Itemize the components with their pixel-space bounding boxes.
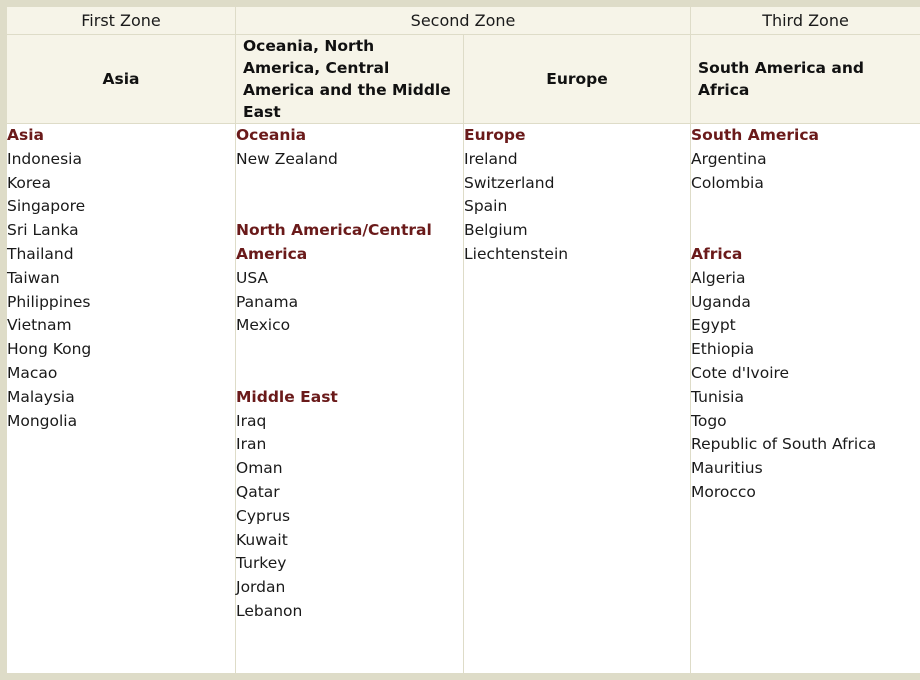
country-item: Lebanon: [236, 601, 303, 620]
country-list-row: Asia Indonesia Korea Singapore Sri Lanka Thai…: [3, 123, 920, 677]
country-cell-asia: Asia Indonesia Korea Singapore Sri Lanka Thai…: [3, 123, 236, 677]
group-heading: Europe: [464, 126, 526, 144]
country-item: Singapore: [7, 197, 86, 216]
country-cell-europe: Europe Ireland Switzerland Spain Belgium Liec…: [462, 123, 692, 677]
group-heading: Oceania: [236, 126, 307, 144]
country-item: Panama: [236, 292, 299, 311]
country-item: Morocco: [691, 482, 756, 501]
country-group-container: South America Argentina Colombia Africa Alge…: [691, 124, 920, 505]
table-body: Asia Indonesia Korea Singapore Sri Lanka Thai…: [3, 123, 920, 677]
country-item: Uganda: [691, 292, 751, 311]
country-item: New Zealand: [236, 149, 338, 168]
country-item: Iran: [236, 435, 267, 454]
country-cell-oceania-americas-middle-east: Oceania New Zealand North America/Central …: [235, 123, 464, 677]
region-header-oceania-americas-middle-east: Oceania, North America, Central America …: [235, 34, 464, 124]
zones-table: First Zone Second Zone Third Zone Asia O…: [0, 0, 920, 680]
country-group-container: Europe Ireland Switzerland Spain Belgium Liec…: [464, 124, 690, 267]
country-item: Kuwait: [236, 530, 288, 549]
group-heading: Africa: [691, 244, 743, 263]
table-header: First Zone Second Zone Third Zone Asia O…: [3, 3, 920, 124]
zone-header-third: Third Zone: [690, 3, 920, 35]
region-header-row: Asia Oceania, North America, Central Ame…: [3, 34, 920, 124]
country-item: Belgium: [464, 221, 528, 240]
country-item: Algeria: [691, 268, 746, 287]
country-item: Korea: [7, 173, 51, 192]
country-item: Mongolia: [7, 411, 78, 430]
country-item: Malaysia: [7, 387, 75, 406]
country-item: Oman: [236, 459, 283, 478]
country-item: Qatar: [236, 482, 280, 501]
country-item: Colombia: [691, 173, 764, 192]
country-item: Cyprus: [236, 506, 291, 525]
country-item: Republic of South Africa: [691, 435, 877, 454]
country-item: Egypt: [691, 316, 736, 335]
country-item: Jordan: [236, 578, 286, 597]
country-item: Taiwan: [7, 268, 60, 287]
country-item: Indonesia: [7, 149, 82, 168]
zone-header-second: Second Zone: [234, 3, 692, 35]
group-heading: Middle East: [236, 387, 338, 406]
country-item: Tunisia: [691, 387, 744, 406]
country-item: Turkey: [236, 554, 287, 573]
zone-header-row: First Zone Second Zone Third Zone: [3, 3, 920, 35]
country-item: Spain: [464, 197, 508, 216]
country-item: Vietnam: [7, 316, 72, 335]
country-item: Ireland: [464, 149, 518, 168]
region-header-asia: Asia: [3, 34, 236, 124]
country-group-container: Asia Indonesia Korea Singapore Sri Lanka Thai…: [7, 124, 235, 433]
country-item: Mauritius: [691, 459, 763, 478]
country-item: Thailand: [7, 244, 74, 263]
group-heading: Asia: [7, 126, 44, 144]
country-item: Philippines: [7, 292, 91, 311]
country-cell-south-america-africa: South America Argentina Colombia Africa Alge…: [690, 123, 920, 677]
country-item: Liechtenstein: [464, 244, 569, 263]
country-item: Argentina: [691, 149, 767, 168]
group-heading: South America: [691, 126, 819, 144]
country-item: USA: [236, 268, 269, 287]
region-header-south-america-africa: South America and Africa: [690, 34, 920, 124]
country-item: Cote d'Ivoire: [691, 363, 790, 382]
group-heading: North America/Central America: [236, 221, 432, 263]
country-item: Sri Lanka: [7, 221, 79, 240]
zone-header-first: First Zone: [3, 3, 236, 35]
country-item: Macao: [7, 363, 58, 382]
country-item: Switzerland: [464, 173, 555, 192]
country-group-container: Oceania New Zealand North America/Central …: [236, 124, 463, 624]
country-item: Togo: [691, 411, 727, 430]
country-item: Ethiopia: [691, 340, 755, 359]
country-item: Hong Kong: [7, 340, 92, 359]
country-item: Iraq: [236, 411, 267, 430]
country-item: Mexico: [236, 316, 291, 335]
region-header-europe: Europe: [462, 34, 692, 124]
